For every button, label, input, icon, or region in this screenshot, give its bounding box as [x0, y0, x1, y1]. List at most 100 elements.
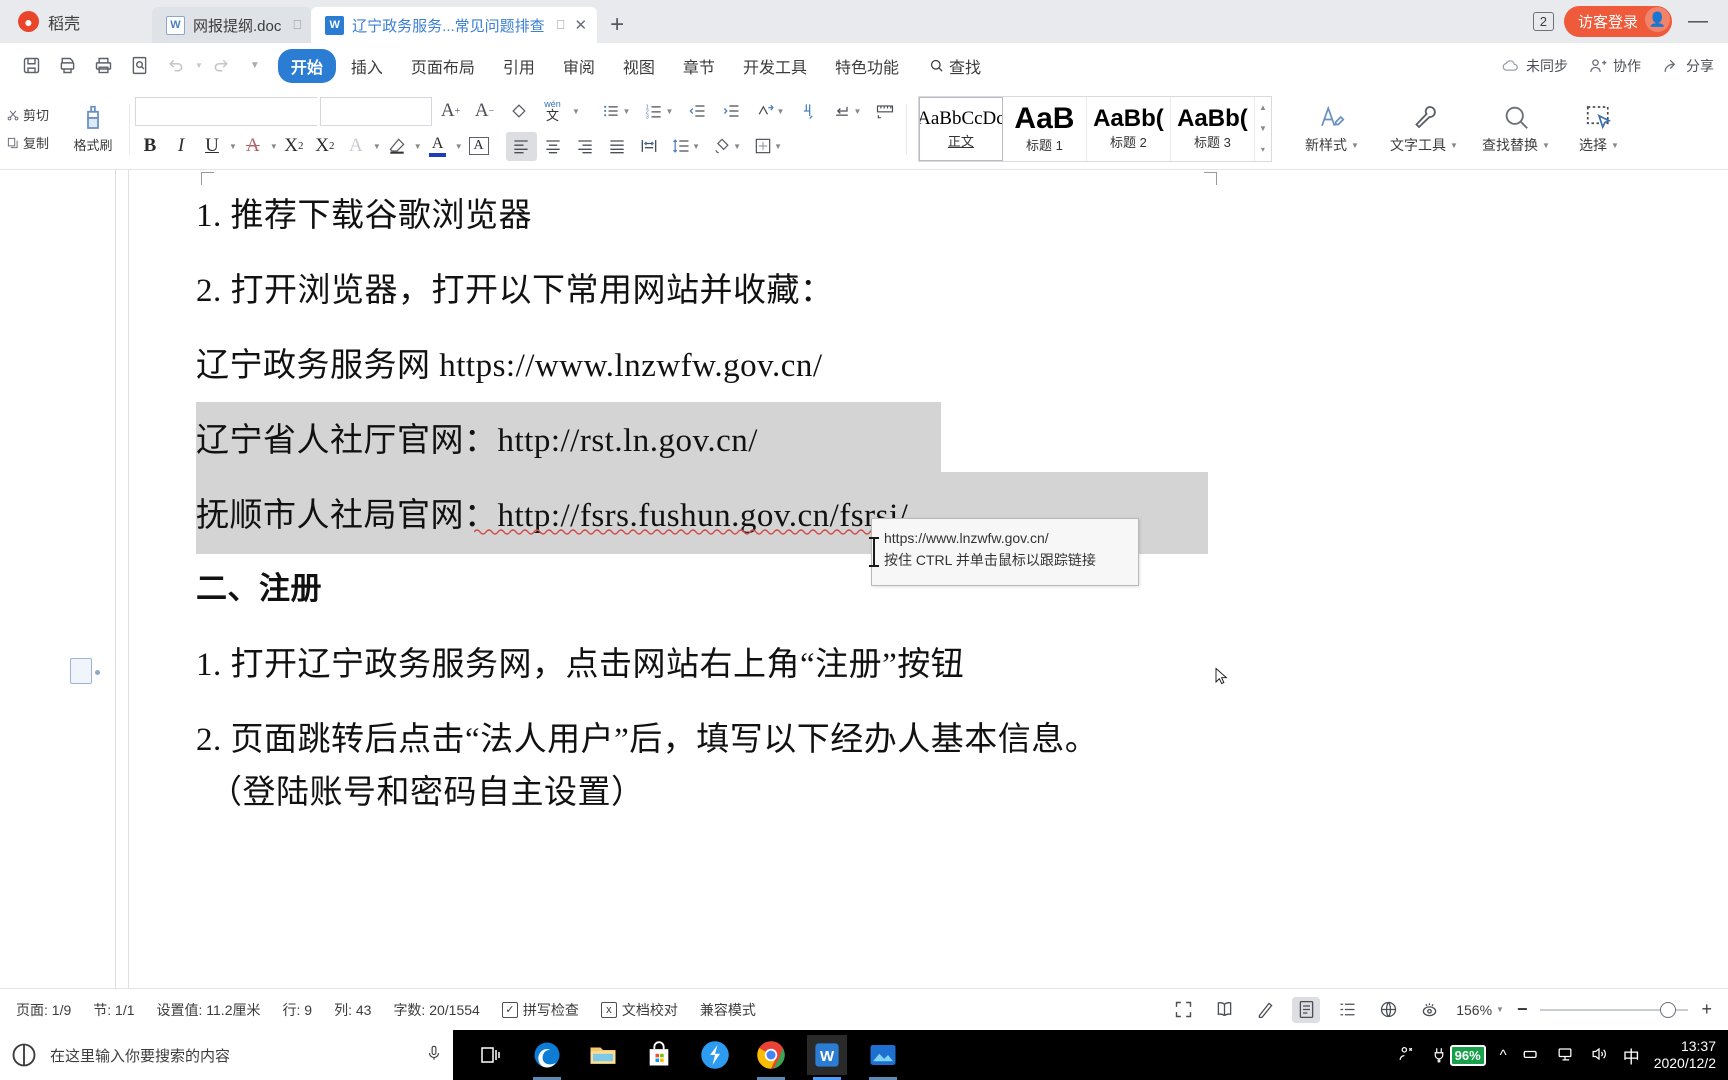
strikethrough-button[interactable]: A — [238, 132, 268, 161]
character-border-button[interactable]: A — [464, 132, 494, 161]
chrome-icon[interactable] — [751, 1035, 791, 1080]
document-tab-2[interactable]: W 辽宁政务服务...常见问题排查 ⎕ ✕ — [311, 7, 598, 43]
bullet-dropdown-icon[interactable]: ▼ — [622, 107, 630, 116]
undo-icon[interactable] — [158, 50, 192, 82]
collaborate-button[interactable]: 协作 — [1588, 56, 1641, 76]
zoom-slider[interactable] — [1540, 1001, 1689, 1018]
copy-button[interactable]: 复制 — [6, 133, 62, 152]
eye-protect-icon[interactable] — [1415, 997, 1443, 1023]
new-tab-button[interactable]: + — [597, 7, 637, 43]
style-heading-2[interactable]: AaBb( 标题 2 — [1087, 96, 1171, 161]
redo-icon[interactable] — [205, 50, 239, 82]
status-row[interactable]: 行: 9 — [283, 1000, 313, 1020]
status-section[interactable]: 节: 1/1 — [93, 1000, 134, 1020]
strikethrough-dropdown-icon[interactable]: ▼ — [270, 142, 278, 151]
status-setting-value[interactable]: 设置值: 11.2厘米 — [157, 1000, 261, 1020]
fullscreen-icon[interactable] — [1169, 997, 1197, 1023]
microsoft-store-icon[interactable] — [639, 1035, 679, 1075]
decrease-indent-icon[interactable] — [682, 97, 713, 126]
file-explorer-icon[interactable] — [583, 1035, 623, 1075]
style-heading-3[interactable]: AaBb( 标题 3 — [1171, 96, 1255, 161]
volume-icon[interactable] — [1589, 1044, 1609, 1067]
battery-tray-icon[interactable] — [1521, 1044, 1541, 1067]
edge-icon[interactable] — [527, 1035, 567, 1080]
zoom-slider-knob[interactable] — [1660, 1001, 1677, 1018]
scroll-up-icon[interactable]: ▲ — [1259, 103, 1267, 112]
edit-pen-icon[interactable] — [1251, 997, 1279, 1023]
highlight-dropdown-icon[interactable]: ▼ — [414, 142, 422, 151]
show-formatting-icon[interactable] — [793, 97, 824, 126]
ribbon-tab-developer[interactable]: 开发工具 — [730, 49, 820, 83]
customize-toolbar-icon[interactable]: ▼ — [250, 60, 260, 71]
undo-dropdown-icon[interactable]: ▼ — [195, 61, 203, 70]
zoom-out-button[interactable]: − — [1517, 999, 1528, 1020]
font-size-input[interactable] — [320, 96, 432, 126]
battery-status[interactable]: 96% — [1430, 1044, 1486, 1066]
pinyin-dropdown-icon[interactable]: ▼ — [572, 107, 580, 116]
shading-button[interactable]: ▼ — [707, 132, 747, 161]
align-center-button[interactable] — [538, 132, 569, 161]
shading-dropdown-icon[interactable]: ▼ — [733, 142, 741, 151]
align-left-button[interactable] — [505, 131, 537, 161]
security-app-icon[interactable] — [695, 1035, 735, 1075]
status-page[interactable]: 页面: 1/9 — [16, 1000, 71, 1020]
tab-preview-icon[interactable]: ⎕ — [557, 17, 565, 33]
task-view-icon[interactable] — [471, 1035, 511, 1075]
doc-line-4-rst-link[interactable]: 辽宁省人社厅官网：http://rst.ln.gov.cn/ — [196, 413, 758, 461]
page-layout-icon[interactable] — [1292, 996, 1321, 1023]
document-area[interactable]: 1. 推荐下载谷歌浏览器 2. 打开浏览器，打开以下常用网站并收藏： 辽宁政务服… — [0, 170, 1728, 988]
clock[interactable]: 13:37 2020/12/2 — [1654, 1038, 1716, 1073]
chevron-down-icon[interactable]: ▼ — [1542, 141, 1550, 150]
align-right-button[interactable] — [570, 132, 601, 161]
underline-button[interactable]: U — [197, 132, 227, 161]
save-icon[interactable] — [14, 50, 48, 82]
decrease-font-icon[interactable]: A − — [469, 97, 500, 126]
borders-button[interactable]: ▼ — [748, 132, 788, 161]
ime-indicator[interactable]: 中 — [1623, 1043, 1640, 1068]
start-search-area[interactable]: 在这里输入你要搜索的内容 — [0, 1030, 453, 1080]
web-layout-icon[interactable] — [1374, 997, 1402, 1023]
status-spellcheck[interactable]: ✓ 拼写检查 — [501, 1000, 579, 1020]
line-spacing-dropdown-icon[interactable]: ▼ — [692, 142, 700, 151]
italic-button[interactable]: I — [166, 132, 196, 161]
wps-writer-icon[interactable]: W — [807, 1035, 847, 1080]
start-button-icon[interactable] — [10, 1041, 38, 1069]
new-style-button[interactable]: 新样式 ▼ — [1286, 102, 1378, 155]
outline-icon[interactable] — [1333, 997, 1361, 1023]
borders-dropdown-icon[interactable]: ▼ — [774, 142, 782, 151]
superscript-button[interactable]: X2 — [279, 132, 309, 161]
show-hidden-icons[interactable]: ^ — [1500, 1047, 1507, 1064]
ribbon-tab-features[interactable]: 特色功能 — [822, 49, 912, 83]
text-effects-dropdown-icon[interactable]: ▼ — [373, 142, 381, 151]
chevron-down-icon[interactable]: ▼ — [1450, 141, 1458, 150]
ruler-icon[interactable] — [870, 97, 901, 126]
ribbon-tab-review[interactable]: 审阅 — [550, 49, 608, 83]
print-icon[interactable] — [86, 50, 120, 82]
bullet-list-icon[interactable]: ▼ — [596, 97, 636, 126]
search-doc-icon[interactable] — [122, 50, 156, 82]
break-dropdown-icon[interactable]: ▼ — [853, 107, 861, 116]
network-icon[interactable] — [1555, 1044, 1575, 1067]
number-dropdown-icon[interactable]: ▼ — [665, 107, 673, 116]
increase-font-icon[interactable]: A + — [435, 97, 466, 126]
underline-dropdown-icon[interactable]: ▼ — [229, 142, 237, 151]
justify-button[interactable] — [602, 132, 633, 161]
select-button[interactable]: 选择 ▼ — [1562, 102, 1636, 155]
distribute-button[interactable] — [634, 132, 665, 161]
chevron-down-icon[interactable]: ▼ — [1496, 1005, 1504, 1014]
clear-format-icon[interactable] — [503, 97, 534, 126]
ribbon-tab-start[interactable]: 开始 — [277, 48, 336, 83]
minimize-button[interactable]: — — [1682, 10, 1714, 33]
chevron-down-icon[interactable]: ▼ — [1611, 141, 1619, 150]
taskbar-search-input[interactable]: 在这里输入你要搜索的内容 — [50, 1045, 413, 1066]
bold-button[interactable]: B — [135, 132, 165, 161]
document-thumbnail-icon[interactable] — [70, 658, 100, 684]
format-painter-button[interactable]: 格式刷 — [62, 103, 124, 154]
text-effects-button[interactable]: A — [341, 132, 371, 161]
font-name-input[interactable] — [135, 96, 317, 126]
find-replace-button[interactable]: 查找替换 ▼ — [1470, 102, 1562, 155]
reading-layout-icon[interactable] — [1210, 997, 1238, 1023]
ribbon-tab-view[interactable]: 视图 — [610, 49, 668, 83]
document-page[interactable]: 1. 推荐下载谷歌浏览器 2. 打开浏览器，打开以下常用网站并收藏： 辽宁政务服… — [128, 170, 1718, 988]
ribbon-find-button[interactable]: 查找 — [914, 49, 994, 83]
